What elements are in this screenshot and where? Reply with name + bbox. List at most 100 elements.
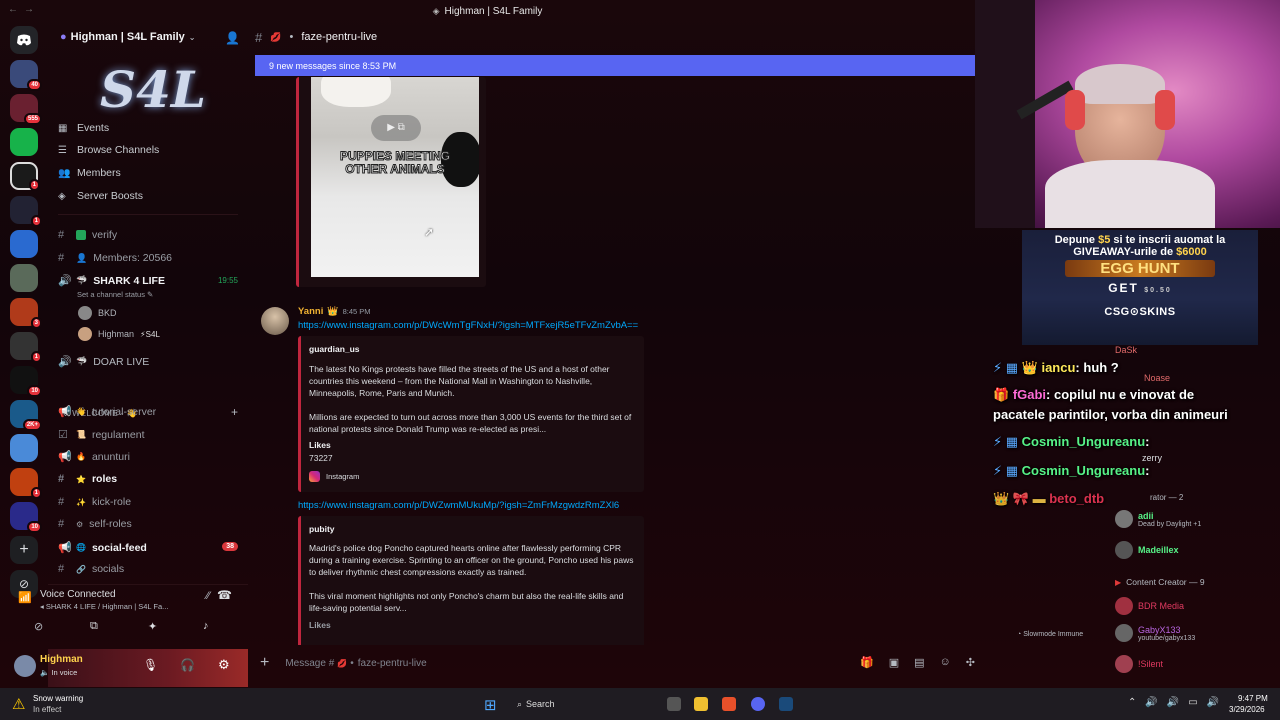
voice-channel-doar-live[interactable]: 🔊 🦈 DOAR LIVE <box>58 355 149 369</box>
channel-socials[interactable]: # 🔗 socials <box>58 563 124 575</box>
server-icon[interactable] <box>10 230 38 258</box>
channel-title: faze-pentru-live <box>301 31 378 43</box>
server-icon[interactable]: 1 <box>10 162 40 191</box>
channel-members-count[interactable]: # 👤 Members: 20566 <box>58 252 172 264</box>
invite-people-icon[interactable]: 👤 <box>225 31 240 45</box>
channel-roles[interactable]: # ⭐ roles <box>58 473 117 485</box>
member-item[interactable]: Madeillex <box>1115 541 1179 559</box>
nav-arrows-icon[interactable]: ←→ <box>8 4 40 15</box>
soundboard-icon[interactable]: ♪ <box>203 620 209 632</box>
channel-kick-role[interactable]: # ✨ kick-role <box>58 496 131 508</box>
member-item[interactable]: BDR Media <box>1115 597 1184 615</box>
server-icon[interactable]: 555 <box>10 94 42 125</box>
server-icon[interactable]: 3 <box>10 298 42 329</box>
windows-start-icon[interactable]: ⊞ <box>484 696 497 714</box>
server-name-menu[interactable]: ● Highman | S4L Family ⌄ <box>60 31 195 43</box>
noise-suppression-icon[interactable]: ⁄⁄ <box>206 590 210 602</box>
chat-line: pacatele parintilor, vorba din animeuri <box>993 407 1228 422</box>
camera-off-icon[interactable]: ⊘ <box>34 620 43 633</box>
settings-gear-icon[interactable]: ⚙ <box>218 657 230 673</box>
member-item[interactable]: adii Dead by Daylight +1 <box>1115 510 1201 528</box>
instagram-link-2[interactable]: https://www.instagram.com/p/DWZwmMUkuMp/… <box>298 500 619 511</box>
weather-title[interactable]: Snow warning <box>33 694 83 703</box>
channel-anunturi[interactable]: 📢 🔥 anunturi <box>58 450 130 464</box>
menu-browse-channels[interactable]: ☰ Browse Channels <box>58 144 159 156</box>
warning-icon[interactable]: ⚠ <box>12 695 25 713</box>
discord-taskbar-icon[interactable] <box>751 697 765 711</box>
channel-regulament[interactable]: ☑ 📜 regulament <box>58 428 145 442</box>
message-header: Yanni 👑 8:45 PM <box>298 306 371 317</box>
avatar[interactable] <box>14 655 36 677</box>
server-icon[interactable]: 2K+ <box>10 400 42 431</box>
clock-time[interactable]: 9:47 PM <box>1238 694 1268 703</box>
badge-icons: ⚡ ▦ 👑 <box>993 360 1038 375</box>
sticker-icon[interactable]: ▤ <box>914 656 924 669</box>
menu-server-boosts[interactable]: ◈ Server Boosts <box>58 190 143 202</box>
headphones-icon[interactable]: 🎧 <box>180 658 195 672</box>
message-input[interactable]: + Message # 💋 • faze-pentru-live 🎁 ▣ ▤ ☺… <box>260 652 975 674</box>
wave-emoji-icon: 👋 <box>76 407 86 416</box>
caption-line: PUPPIES MEETING <box>339 149 451 163</box>
status-hint-text: Set a channel status <box>77 290 145 299</box>
hash-icon: # <box>58 518 65 530</box>
server-icon[interactable]: 10 <box>10 366 42 397</box>
server-name: Highman | S4L Family <box>70 31 185 43</box>
server-icon[interactable] <box>10 264 38 292</box>
voice-location[interactable]: ◂ SHARK 4 LIFE / Highman | S4L Fa... <box>40 602 168 611</box>
apps-icon[interactable]: ✣ <box>966 656 975 669</box>
user-tag-text: S4L <box>145 329 160 339</box>
microphone-icon[interactable]: 🎙 <box>143 658 158 672</box>
play-gallery-icon[interactable]: ▶ ⧉ <box>371 115 421 141</box>
member-name[interactable]: DaSk <box>1115 345 1137 355</box>
menu-members[interactable]: 👥 Members <box>58 167 121 179</box>
gif-icon[interactable]: ▣ <box>889 656 899 669</box>
server-icon[interactable]: 10 <box>10 502 42 533</box>
member-name[interactable]: Noase <box>1144 373 1170 383</box>
file-explorer-icon[interactable] <box>694 697 708 711</box>
server-icon[interactable]: 1 <box>10 332 42 363</box>
menu-events[interactable]: ▦ Events <box>58 122 109 134</box>
gift-icon[interactable]: 🎁 <box>860 656 874 669</box>
screen-share-icon[interactable]: ⧉ <box>90 620 98 633</box>
emoji-icon[interactable]: ☺ <box>940 656 951 669</box>
puppy-shape <box>321 77 391 107</box>
chat-line: 🎁 fGabi: copilul nu e vinovat de <box>993 387 1195 402</box>
steam-icon[interactable] <box>779 697 793 711</box>
server-icon[interactable] <box>10 434 38 462</box>
channel-self-roles[interactable]: # ⚙ self-roles <box>58 518 132 530</box>
tray-icons[interactable]: ⌃🔊🔊▭🔊 <box>1128 697 1228 708</box>
voice-user-bkd[interactable]: BKD <box>78 306 117 320</box>
channel-tutorial-server[interactable]: 📢 👋 tutorial-server <box>58 405 156 419</box>
instagram-link-1[interactable]: https://www.instagram.com/p/DWcWmTgFNxH/… <box>298 320 638 331</box>
embed-account[interactable]: guardian_us <box>309 343 360 355</box>
embed-account[interactable]: pubity <box>309 523 335 535</box>
video-thumbnail[interactable]: ▶ ⧉ PUPPIES MEETING OTHER ANIMALS <box>311 77 479 277</box>
attach-plus-icon[interactable]: + <box>260 654 269 672</box>
discord-home-button[interactable] <box>10 26 38 54</box>
server-icon[interactable]: 40 <box>10 60 42 91</box>
channel-verify[interactable]: # verify <box>58 229 117 241</box>
add-server-icon[interactable]: + <box>10 536 38 564</box>
activities-icon[interactable]: ✦ <box>148 620 157 633</box>
task-view-icon[interactable] <box>667 697 681 711</box>
new-messages-bar[interactable]: 9 new messages since 8:53 PM <box>255 55 975 76</box>
channel-label: SHARK 4 LIFE <box>93 274 165 287</box>
add-channel-icon[interactable]: + <box>231 405 238 419</box>
server-icon[interactable]: 1 <box>10 468 42 499</box>
channel-social-feed[interactable]: 📢 🌐 social-feed <box>58 541 147 555</box>
server-icon[interactable] <box>10 128 38 156</box>
member-item[interactable]: !Silent <box>1115 655 1163 673</box>
avatar <box>1115 510 1133 528</box>
hash-icon: # <box>58 252 65 264</box>
server-icon[interactable]: 1 <box>10 196 42 227</box>
disconnect-icon[interactable]: ☎ <box>217 588 232 602</box>
brave-browser-icon[interactable] <box>722 697 736 711</box>
message-author[interactable]: Yanni <box>298 306 323 317</box>
voice-channel-shark[interactable]: 🔊 🦈 SHARK 4 LIFE <box>58 274 165 288</box>
member-name[interactable]: zerry <box>1142 453 1162 463</box>
channel-status-hint[interactable]: Set a channel status ✎ <box>77 290 153 299</box>
member-item[interactable]: GabyX133 youtube/gabyx133 <box>1115 624 1195 642</box>
avatar[interactable] <box>261 307 289 335</box>
voice-user-highman[interactable]: Highman ⚡S4L <box>78 327 160 341</box>
taskbar-search[interactable]: ⌕ Search <box>512 695 562 713</box>
